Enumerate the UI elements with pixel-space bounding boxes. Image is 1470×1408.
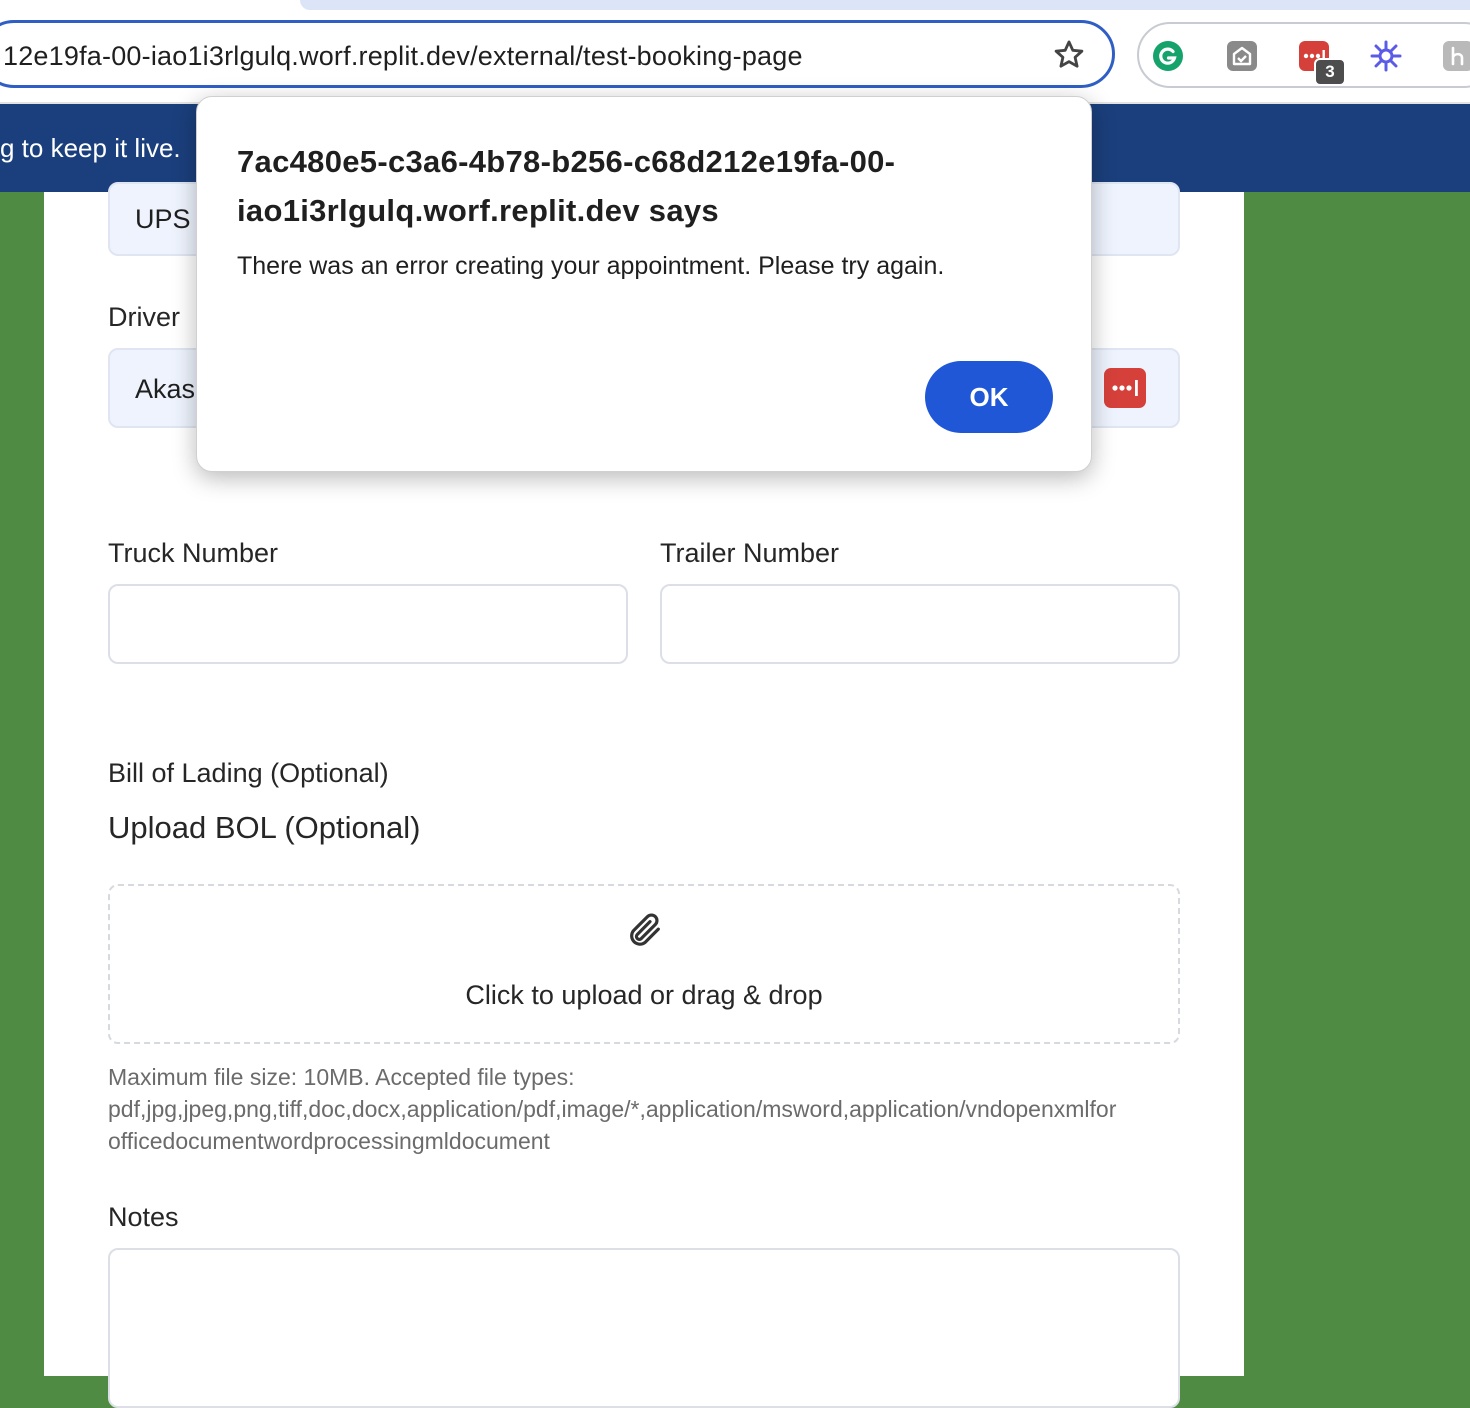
- dialog-title-line-1: 7ac480e5-c3a6-4b78-b256-c68d212e19fa-00-: [237, 144, 896, 179]
- dialog-title-line-2: iao1i3rlgulq.worf.replit.dev says: [237, 193, 719, 228]
- paperclip-icon: [630, 913, 660, 946]
- trailer-number-label: Trailer Number: [660, 538, 840, 568]
- browser-toolbar: 12e19fa-00-iao1i3rlgulq.worf.replit.dev/…: [0, 0, 1470, 104]
- url-text[interactable]: 12e19fa-00-iao1i3rlgulq.worf.replit.dev/…: [3, 41, 803, 72]
- snowflake-extension-icon[interactable]: [1370, 40, 1402, 72]
- truck-number-label: Truck Number: [108, 538, 279, 568]
- mail-extension-icon[interactable]: [1226, 40, 1258, 72]
- ok-button[interactable]: OK: [925, 361, 1053, 433]
- trailer-number-input[interactable]: [660, 584, 1180, 664]
- alert-dialog: 7ac480e5-c3a6-4b78-b256-c68d212e19fa-00-…: [196, 96, 1092, 472]
- password-manager-fill-icon[interactable]: [1104, 368, 1146, 408]
- dropzone-text: Click to upload or drag & drop: [465, 980, 823, 1010]
- bol-upload-dropzone[interactable]: Click to upload or drag & drop: [108, 884, 1180, 1044]
- file-help-line-2: pdf,jpg,jpeg,png,tiff,doc,docx,applicati…: [108, 1096, 1117, 1122]
- file-help-line-1: Maximum file size: 10MB. Accepted file t…: [108, 1064, 575, 1090]
- dialog-message: There was an error creating your appoint…: [237, 252, 945, 280]
- truck-number-input[interactable]: [108, 584, 628, 664]
- address-bar[interactable]: 12e19fa-00-iao1i3rlgulq.worf.replit.dev/…: [0, 20, 1115, 88]
- driver-label: Driver: [108, 302, 180, 332]
- driver-value: Akas: [135, 374, 196, 404]
- banner-text: g to keep it live.: [0, 133, 181, 163]
- bill-of-lading-label: Bill of Lading (Optional): [108, 758, 389, 788]
- notes-textarea[interactable]: [108, 1248, 1180, 1408]
- extension-badge: 3: [1314, 58, 1346, 86]
- notes-label: Notes: [108, 1202, 179, 1232]
- file-help-line-3: officedocumentwordprocessingmldocument: [108, 1128, 550, 1154]
- upload-bol-heading: Upload BOL (Optional): [108, 810, 421, 845]
- tab-strip: [300, 0, 1470, 10]
- grammarly-extension-icon[interactable]: [1152, 40, 1184, 72]
- dialog-title: 7ac480e5-c3a6-4b78-b256-c68d212e19fa-00-…: [237, 137, 1057, 235]
- cursor-extension-icon[interactable]: [1442, 40, 1470, 72]
- carrier-value: UPS: [135, 204, 191, 234]
- bookmark-star-icon[interactable]: [1052, 38, 1086, 72]
